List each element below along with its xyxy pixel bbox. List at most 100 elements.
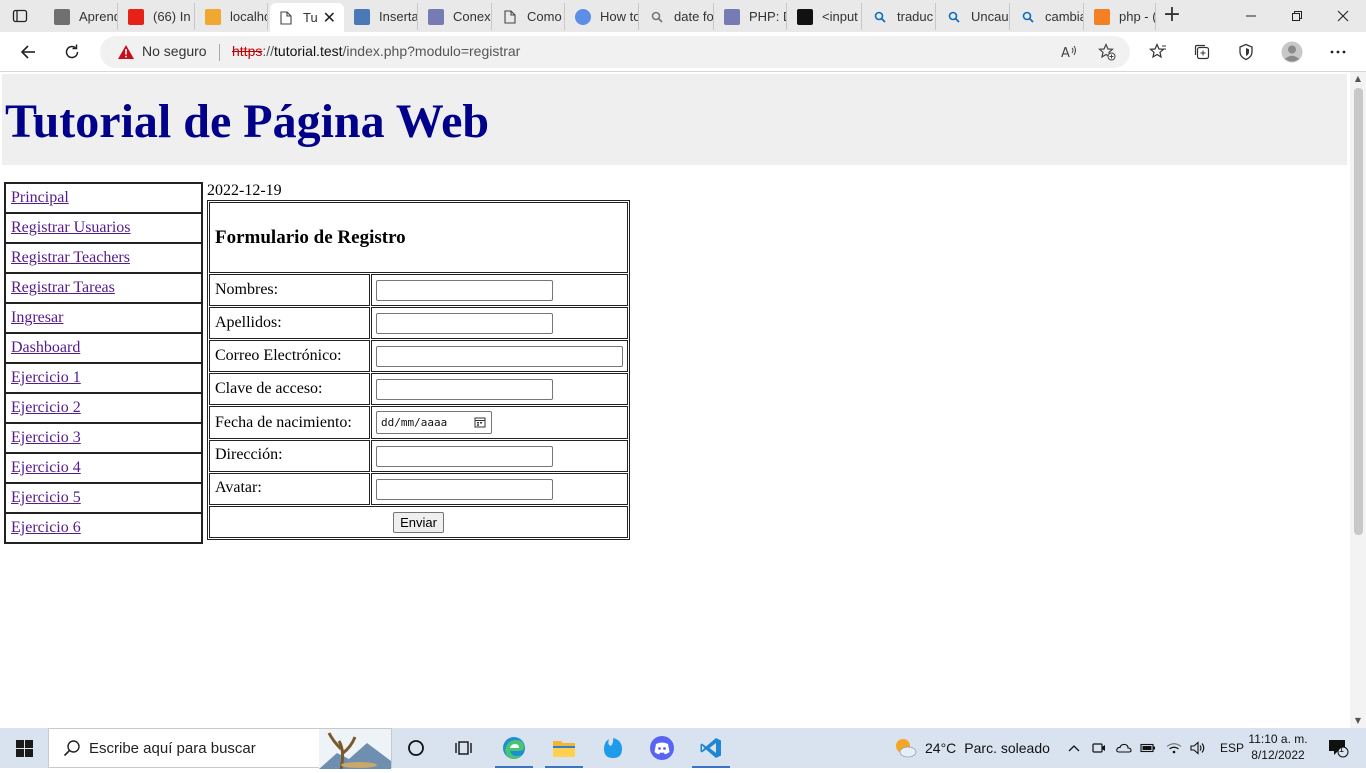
new-tab-button[interactable]: +: [1162, 4, 1182, 27]
url-path: /index.php?modulo=registrar: [342, 43, 521, 59]
system-tray: ESP: [1068, 728, 1244, 768]
calendar-icon[interactable]: [474, 416, 486, 431]
vscode-icon[interactable]: [687, 728, 735, 768]
bp-icon: [354, 8, 370, 25]
avatar-input[interactable]: [376, 478, 553, 500]
password-input[interactable]: [376, 378, 553, 400]
menu-link[interactable]: Ejercicio 6: [11, 519, 81, 537]
edge-app-icon[interactable]: [490, 728, 538, 768]
row-nombres: Nombres:: [209, 274, 628, 306]
tab-title: (66) In: [153, 9, 191, 24]
collections-icon[interactable]: [1190, 40, 1214, 64]
menu-link[interactable]: Ejercicio 3: [11, 429, 81, 447]
wifi-icon[interactable]: [1166, 742, 1182, 754]
menu-link[interactable]: Ingresar: [11, 309, 63, 327]
favorites-icon[interactable]: [1146, 40, 1170, 64]
menu-item: Registrar Usuarios: [5, 213, 202, 243]
profile-avatar-icon[interactable]: [1280, 40, 1304, 64]
direccion-input[interactable]: [376, 445, 553, 467]
menu-link[interactable]: Ejercicio 1: [11, 369, 81, 387]
browser-tab[interactable]: cambia: [1012, 3, 1084, 30]
browser-tab[interactable]: Inserta: [346, 3, 418, 30]
notifications-icon[interactable]: 1: [1318, 728, 1358, 768]
scroll-thumb[interactable]: [1354, 88, 1363, 535]
scroll-down-icon[interactable]: ▼: [1354, 717, 1362, 725]
chevron-up-icon[interactable]: [1068, 744, 1082, 752]
row-avatar: Avatar:: [209, 473, 628, 505]
refresh-icon[interactable]: [60, 40, 84, 64]
menu-link[interactable]: Principal: [11, 189, 69, 207]
back-icon[interactable]: [16, 40, 40, 64]
page-title: Tutorial de Página Web: [5, 95, 490, 148]
menu-link[interactable]: Ejercicio 4: [11, 459, 81, 477]
weather-widget[interactable]: 24°C Parc. soleado: [893, 728, 1050, 768]
minimize-button[interactable]: [1228, 0, 1274, 32]
close-tab-icon[interactable]: ✕: [323, 8, 336, 28]
browser-essentials-icon[interactable]: [1234, 40, 1258, 64]
close-window-button[interactable]: [1320, 0, 1366, 32]
cortana-icon[interactable]: [392, 728, 440, 768]
warning-icon: [117, 44, 135, 64]
browser-tab[interactable]: php - (: [1086, 3, 1156, 30]
tab-actions-icon[interactable]: [10, 6, 30, 26]
menu-item: Ejercicio 2: [5, 393, 202, 423]
menu-link[interactable]: Ejercicio 5: [11, 489, 81, 507]
volume-icon[interactable]: [1190, 741, 1208, 755]
scroll-up-icon[interactable]: ▲: [1354, 75, 1362, 83]
xampp-icon: [205, 8, 221, 25]
apellidos-input[interactable]: [376, 312, 553, 334]
file-explorer-icon[interactable]: [540, 728, 588, 768]
page-scrollbar[interactable]: ▲ ▼: [1350, 72, 1366, 728]
menu-item: Ejercicio 3: [5, 423, 202, 453]
browser-tab[interactable]: PHP: D: [716, 3, 787, 30]
url-separator: ://: [262, 43, 275, 59]
read-aloud-icon[interactable]: A: [1060, 42, 1080, 62]
tab-title: php - (: [1119, 9, 1155, 24]
browser-tab[interactable]: Conexi: [420, 3, 492, 30]
battery-icon[interactable]: [1140, 742, 1158, 754]
input-language[interactable]: ESP: [1220, 741, 1244, 755]
onedrive-icon[interactable]: [1116, 742, 1132, 754]
browser-tab[interactable]: (66) In: [120, 3, 195, 30]
add-favorite-icon[interactable]: [1097, 42, 1117, 62]
clave-label: Clave de acceso:: [209, 373, 370, 405]
discord-icon[interactable]: [638, 728, 686, 768]
browser-tab[interactable]: traduc: [864, 3, 936, 30]
restore-button[interactable]: [1274, 0, 1320, 32]
browser-tab[interactable]: Tu ✕: [270, 3, 344, 32]
form-title: Formulario de Registro: [215, 226, 406, 248]
current-date: 2022-12-19: [207, 182, 282, 199]
browser-tab[interactable]: <input: [789, 3, 862, 30]
browser-tab[interactable]: Aprend: [46, 3, 118, 30]
system-clock[interactable]: 11:10 a. m. 8/12/2022: [1246, 731, 1310, 763]
menu-link[interactable]: Registrar Tareas: [11, 279, 115, 297]
task-view-icon[interactable]: [440, 728, 488, 768]
url-text[interactable]: https://tutorial.test/index.php?modulo=r…: [232, 43, 520, 59]
windows-start-icon[interactable]: [0, 728, 48, 768]
browser-tab[interactable]: localho: [197, 3, 268, 30]
menu-link[interactable]: Registrar Teachers: [11, 249, 130, 267]
browser-tab[interactable]: Como: [494, 3, 565, 30]
submit-button[interactable]: Enviar: [393, 511, 444, 533]
address-bar[interactable]: No seguro https://tutorial.test/index.ph…: [100, 36, 1130, 68]
tab-title: Como: [527, 9, 562, 24]
clock-date: 8/12/2022: [1251, 748, 1305, 762]
taskbar-search-box[interactable]: Escribe aquí para buscar: [48, 728, 392, 770]
more-menu-icon[interactable]: [1326, 40, 1350, 64]
menu-link[interactable]: Dashboard: [11, 339, 80, 357]
birthdate-input[interactable]: dd/mm/aaaa: [376, 411, 492, 434]
menu-link[interactable]: Registrar Usuarios: [11, 219, 131, 237]
browser-tab[interactable]: How to: [567, 3, 639, 30]
security-status[interactable]: No seguro: [142, 43, 207, 59]
browser-tab[interactable]: date fo: [641, 3, 714, 30]
menu-link[interactable]: Ejercicio 2: [11, 399, 81, 417]
email-input[interactable]: [376, 345, 623, 367]
browser-tab[interactable]: Uncau: [938, 3, 1010, 30]
meet-now-icon[interactable]: [1092, 741, 1106, 755]
menu-item: Registrar Tareas: [5, 273, 202, 303]
search-icon: [872, 9, 888, 25]
nombres-input[interactable]: [376, 279, 553, 301]
search-icon: [1020, 9, 1036, 25]
windows-taskbar: Escribe aquí para buscar 24°C Parc. sole…: [0, 728, 1366, 770]
app-icon[interactable]: [589, 728, 637, 768]
